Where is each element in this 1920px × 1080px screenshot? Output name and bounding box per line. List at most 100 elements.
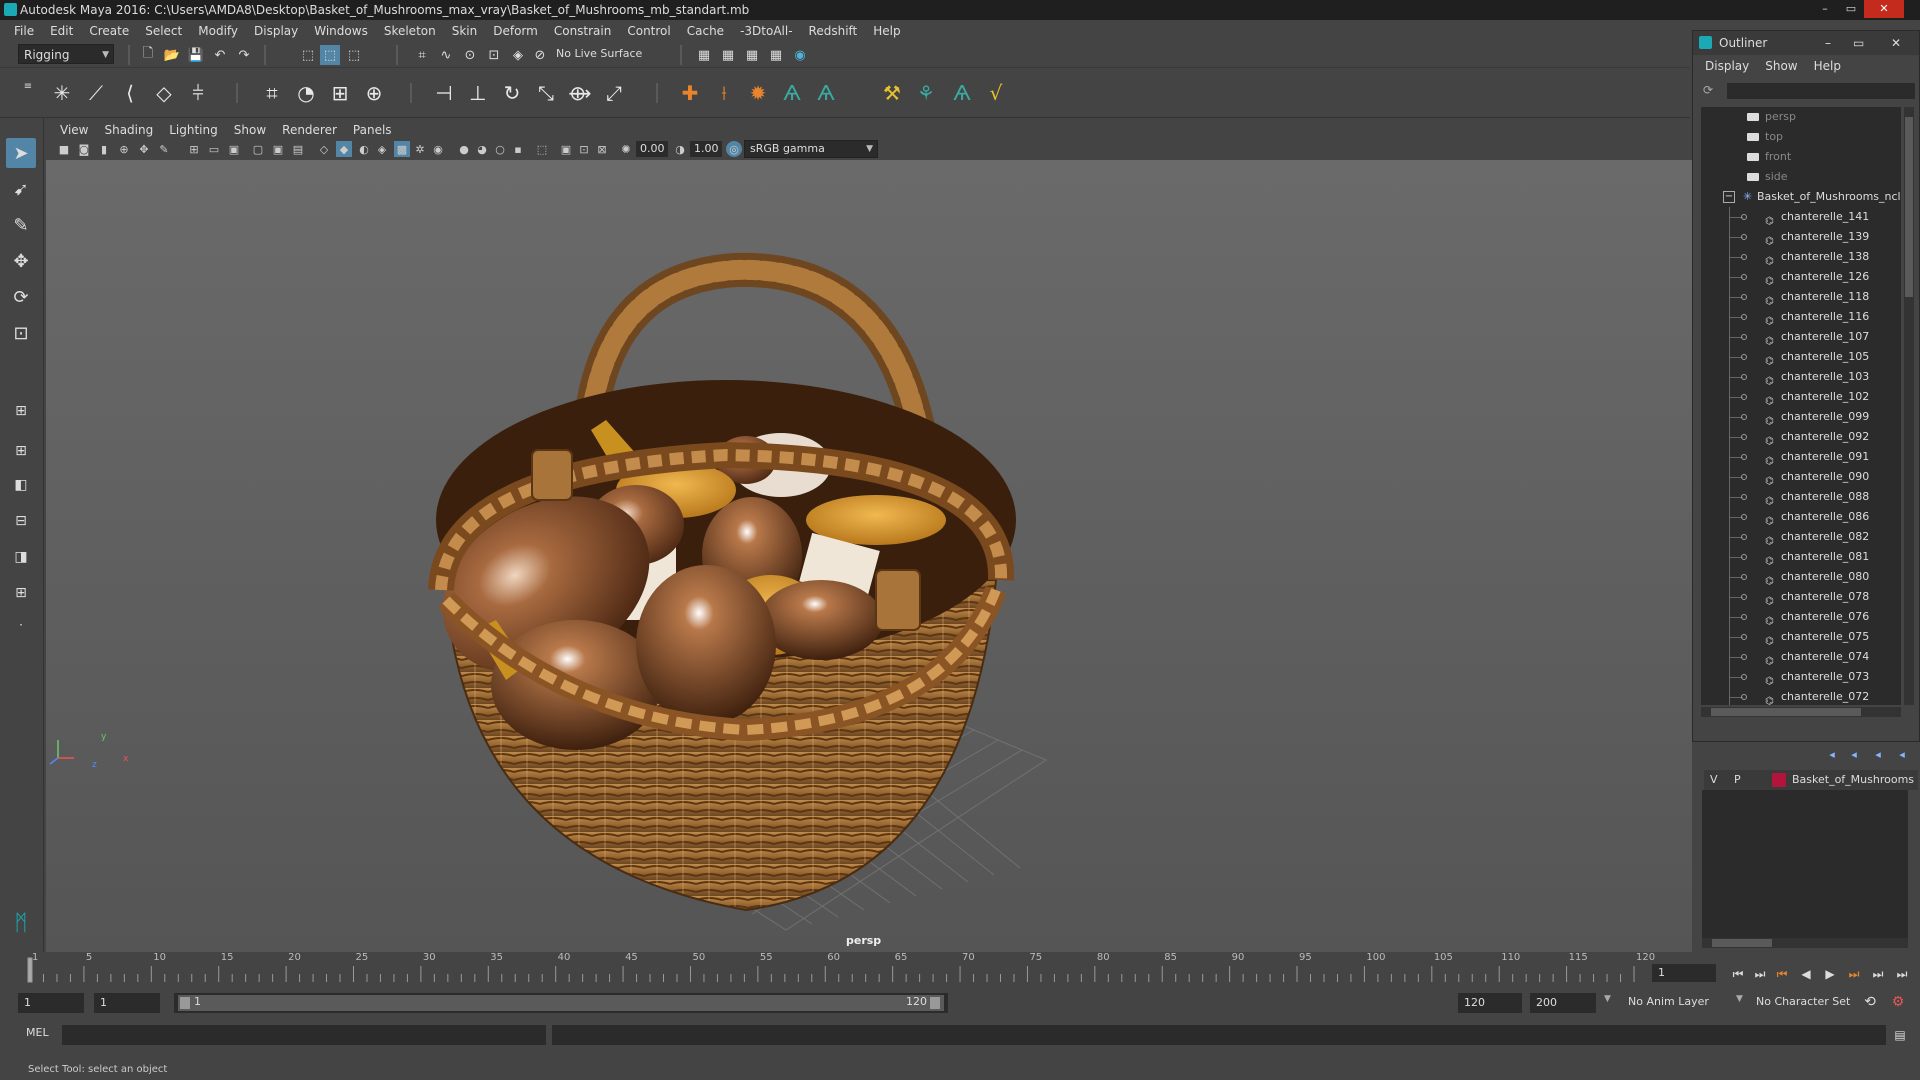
list-item[interactable]: ⌬ chanterelle_078 [1701,587,1901,607]
step-back-frame-icon[interactable]: ⏭ [1750,964,1770,984]
snap-view-icon[interactable]: ⊡ [484,45,504,65]
constraint-parent-icon[interactable]: ⟴ [566,79,594,107]
shelf-menu-icon[interactable]: ≡ [18,76,38,96]
film-gate-icon[interactable]: ▭ [206,141,222,157]
smooth-bind-icon[interactable]: ◔ [292,79,320,107]
xray-components-icon[interactable]: ⊠ [594,141,610,157]
live-surface-icon[interactable]: ⊘ [530,45,550,65]
maximize-button[interactable]: ▭ [1838,0,1864,18]
gamma-field[interactable]: 1.00 [690,141,722,157]
menu-create[interactable]: Create [81,20,137,42]
color-management-icon[interactable]: ◎ [726,141,742,157]
viewport-menu-panels[interactable]: Panels [345,123,400,137]
animation-preferences-icon[interactable]: ⚙ [1888,992,1908,1012]
outliner-group[interactable]: − ✳ Basket_of_Mushrooms_ncl [1701,187,1901,207]
menu-display[interactable]: Display [246,20,306,42]
layer-playback-toggle[interactable]: P [1734,770,1741,790]
render-frame-icon[interactable]: ▦ [718,45,738,65]
menu-skin[interactable]: Skin [444,20,486,42]
layer-row[interactable]: V P Basket_of_Mushrooms [1704,770,1918,790]
step-back-key-icon[interactable]: ⏮ [1772,964,1792,984]
constraint-point-icon[interactable]: ⊣ [430,79,458,107]
perspective-viewport[interactable]: y x z persp [46,160,1692,952]
scale-tool-icon[interactable]: ⊡ [6,318,36,348]
shadows-icon[interactable]: ◉ [430,141,446,157]
outliner-menu-help[interactable]: Help [1814,59,1857,73]
add-influence-icon[interactable]: ⟊ [710,79,738,107]
mode-selector[interactable]: Rigging ▼ [18,44,114,64]
orient-joint-icon[interactable]: ⫩ [184,79,212,107]
menu-select[interactable]: Select [137,20,190,42]
lasso-tool-icon[interactable]: ➹ [6,174,36,204]
constraint-aim-icon[interactable]: ⊥ [464,79,492,107]
layout-outliner-icon[interactable]: ⊞ [6,578,36,608]
list-item[interactable]: ⌬ chanterelle_105 [1701,347,1901,367]
layer-move-down-icon[interactable]: ◂ [1844,744,1864,764]
snap-curve-icon[interactable]: ∿ [436,45,456,65]
snap-grid-icon[interactable]: ⌗ [412,45,432,65]
list-item[interactable]: ⌬ chanterelle_091 [1701,447,1901,467]
snap-point-icon[interactable]: ⊙ [460,45,480,65]
menu-cache[interactable]: Cache [679,20,732,42]
list-item[interactable]: ⌬ chanterelle_080 [1701,567,1901,587]
menu-control[interactable]: Control [619,20,678,42]
depth-of-field-icon[interactable]: ▪ [510,141,526,157]
render-settings-icon[interactable]: ▦ [694,45,714,65]
viewport-menu-shading[interactable]: Shading [96,123,161,137]
viewport-menu-lighting[interactable]: Lighting [161,123,226,137]
start-frame-field[interactable]: 1 [18,993,84,1013]
new-layer-icon[interactable]: ◂ [1868,744,1888,764]
undo-icon[interactable]: ↶ [210,45,230,65]
menu-file[interactable]: File [6,20,42,42]
rotate-tool-icon[interactable]: ⟳ [6,282,36,312]
color-space-selector[interactable]: sRGB gamma ▼ [744,140,878,158]
list-item[interactable]: ⌬ chanterelle_107 [1701,327,1901,347]
textured-icon[interactable]: ▩ [394,141,410,157]
list-item[interactable]: ⌬ chanterelle_074 [1701,647,1901,667]
2d-pan-icon[interactable]: ✥ [136,141,152,157]
menu-windows[interactable]: Windows [306,20,376,42]
layer-color-swatch[interactable] [1772,773,1786,787]
camera-select-icon[interactable]: ■ [56,141,72,157]
outliner-menu-display[interactable]: Display [1705,59,1765,73]
layout-more-icon[interactable]: · [6,610,36,640]
list-item[interactable]: ⌬ chanterelle_103 [1701,367,1901,387]
list-item[interactable]: ⌬ chanterelle_126 [1701,267,1901,287]
layer-visibility-toggle[interactable]: V [1710,770,1718,790]
joint-tool-icon[interactable]: ✳ [48,79,76,107]
list-item[interactable]: ⌬ chanterelle_092 [1701,427,1901,447]
menu-deform[interactable]: Deform [485,20,546,42]
isolate-select-icon[interactable]: ⬚ [534,141,550,157]
menu-redshift[interactable]: Redshift [801,20,866,42]
open-scene-icon[interactable]: 📂 [162,45,182,65]
move-tool-icon[interactable]: ✥ [6,246,36,276]
quick-rig-icon[interactable]: Ѧ [812,79,840,107]
select-tool-icon[interactable]: ➤ [6,138,36,168]
save-scene-icon[interactable]: 💾 [186,45,206,65]
list-item[interactable]: ⌬ chanterelle_116 [1701,307,1901,327]
render-view-icon[interactable]: ▦ [766,45,786,65]
outliner-tree[interactable]: persp top front side − ✳ Basket_of_Mushr… [1701,107,1901,705]
lattice-icon[interactable]: ⊞ [326,79,354,107]
constraint-orient-icon[interactable]: ↻ [498,79,526,107]
outliner-camera-top[interactable]: top [1701,127,1901,147]
exposure-icon[interactable]: ✺ [618,141,634,157]
minimize-button[interactable]: – [1812,0,1838,18]
bookmark-icon[interactable]: ▮ [96,141,112,157]
viewport-menu-renderer[interactable]: Renderer [274,123,345,137]
outliner-camera-front[interactable]: front [1701,147,1901,167]
exposure-field[interactable]: 0.00 [636,141,668,157]
command-language-label[interactable]: MEL [26,1026,49,1039]
layer-move-up-icon[interactable]: ◂ [1822,744,1842,764]
new-layer-selected-icon[interactable]: ◂ [1892,744,1912,764]
list-item[interactable]: ⌬ chanterelle_102 [1701,387,1901,407]
list-item[interactable]: ⌬ chanterelle_082 [1701,527,1901,547]
playback-end-field[interactable]: 120 [1458,993,1522,1013]
new-scene-icon[interactable]: 🗋 [138,45,158,65]
wireframe-icon[interactable]: ◇ [316,141,332,157]
layout-single-icon[interactable]: ⊞ [6,396,36,426]
layout-side-icon[interactable]: ◧ [6,470,36,500]
ik-handle-icon[interactable]: ⟋ [82,79,110,107]
grid-icon[interactable]: ⊞ [186,141,202,157]
outliner-camera-persp[interactable]: persp [1701,107,1901,127]
